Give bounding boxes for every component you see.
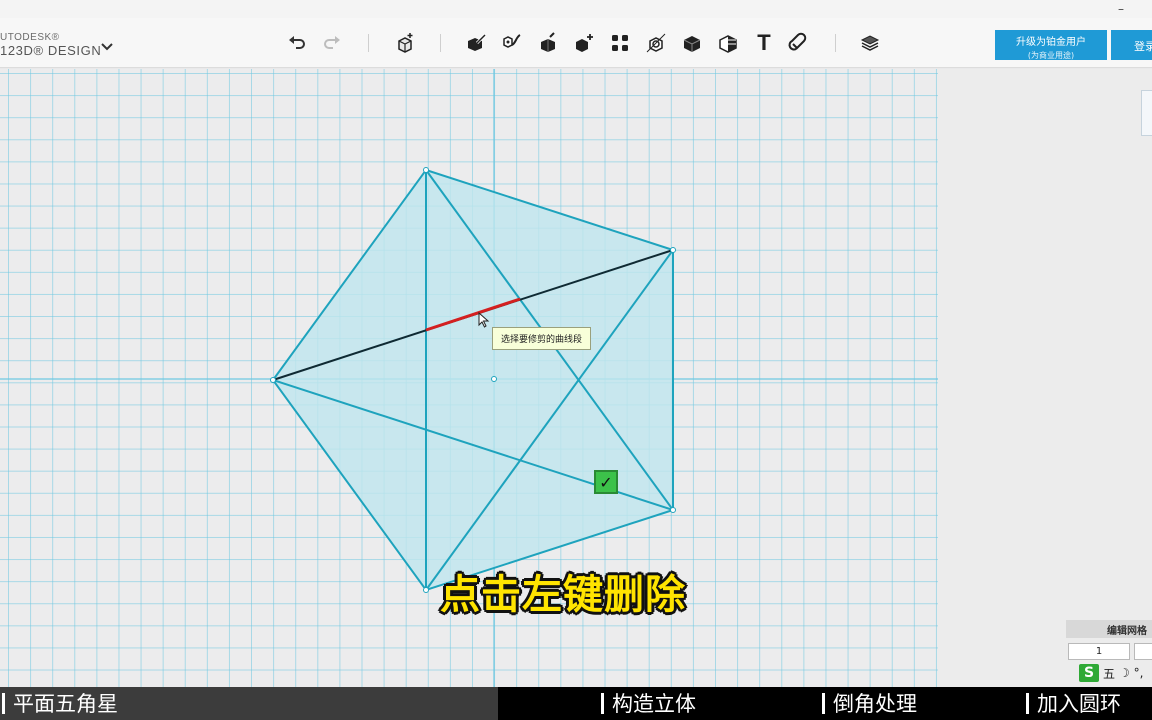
sketch-icon[interactable]	[463, 30, 489, 56]
grid-size-input[interactable]: 1	[1068, 643, 1130, 660]
snap-icon[interactable]	[787, 30, 813, 56]
construct-icon[interactable]	[499, 30, 525, 56]
upgrade-sublabel: (为商业用途)	[1027, 51, 1075, 60]
chapter-divider	[822, 693, 825, 714]
toolbar-separator	[368, 34, 369, 52]
undo-icon[interactable]	[284, 30, 310, 56]
measure-icon[interactable]	[679, 30, 705, 56]
chapter-label: 倒角处理	[833, 692, 917, 716]
confirm-button[interactable]: ✓	[594, 470, 618, 494]
minimize-button[interactable]: –	[1118, 2, 1124, 16]
chapter-item[interactable]: 平面五角星	[2, 688, 118, 718]
chapter-divider	[601, 693, 604, 714]
combine-icon[interactable]	[643, 30, 669, 56]
logo-bottom-text: 123D® DESIGN	[0, 43, 102, 58]
grid-edit-title: 编辑网格	[1066, 620, 1152, 638]
modify-icon[interactable]	[535, 30, 561, 56]
chapter-item[interactable]: 加入圆环	[1026, 688, 1121, 718]
toolbar-separator	[440, 34, 441, 52]
chapter-label: 加入圆环	[1037, 692, 1121, 716]
chapter-divider	[2, 693, 5, 714]
chapter-bar: 平面五角星 构造立体 倒角处理 加入圆环	[0, 687, 1152, 720]
chapter-label: 构造立体	[612, 692, 696, 716]
text-icon[interactable]: T	[751, 30, 777, 56]
checkmark-icon: ✓	[599, 472, 613, 492]
title-bar: –	[0, 0, 1152, 18]
redo-icon[interactable]	[319, 30, 345, 56]
ime-logo-icon: S	[1079, 664, 1099, 682]
ime-extra[interactable]: ☽ °,	[1119, 666, 1143, 680]
toolbar-separator	[835, 34, 836, 52]
chapter-divider	[1026, 693, 1029, 714]
text-tool-glyph: T	[757, 30, 771, 55]
ime-toolbar[interactable]: S 五 ☽ °,	[1079, 662, 1152, 684]
app-menu-chevron-icon[interactable]	[98, 38, 116, 54]
upgrade-button[interactable]: 升级为铂金用户 (为商业用途)	[995, 30, 1107, 60]
ime-mode[interactable]: 五	[1103, 665, 1115, 682]
right-panel	[938, 69, 1152, 687]
trim-tooltip: 选择要修剪的曲线段	[492, 327, 592, 350]
app-window: – UTODESK® 123D® DESIGN T 升级为铂金用户 (为商业用途…	[0, 0, 1152, 720]
logo-top-text: UTODESK®	[0, 32, 60, 43]
mouse-cursor-icon	[478, 312, 490, 328]
primitives-icon[interactable]	[392, 30, 418, 56]
view-cube[interactable]	[1141, 90, 1152, 136]
material-icon[interactable]	[857, 30, 883, 56]
video-caption: 点击左键删除	[440, 572, 686, 618]
chapter-label: 平面五角星	[13, 692, 118, 716]
chapter-item[interactable]: 构造立体	[601, 688, 696, 718]
material-box-icon[interactable]	[715, 30, 741, 56]
group-icon[interactable]	[607, 30, 633, 56]
upgrade-label: 升级为铂金用户	[1016, 37, 1086, 48]
chapter-item[interactable]: 倒角处理	[822, 688, 917, 718]
main-toolbar: UTODESK® 123D® DESIGN T 升级为铂金用户 (为商业用途) …	[0, 18, 1152, 68]
login-button[interactable]: 登录	[1111, 30, 1152, 60]
pattern-icon[interactable]	[571, 30, 597, 56]
grid-size-input-2[interactable]	[1134, 643, 1152, 660]
